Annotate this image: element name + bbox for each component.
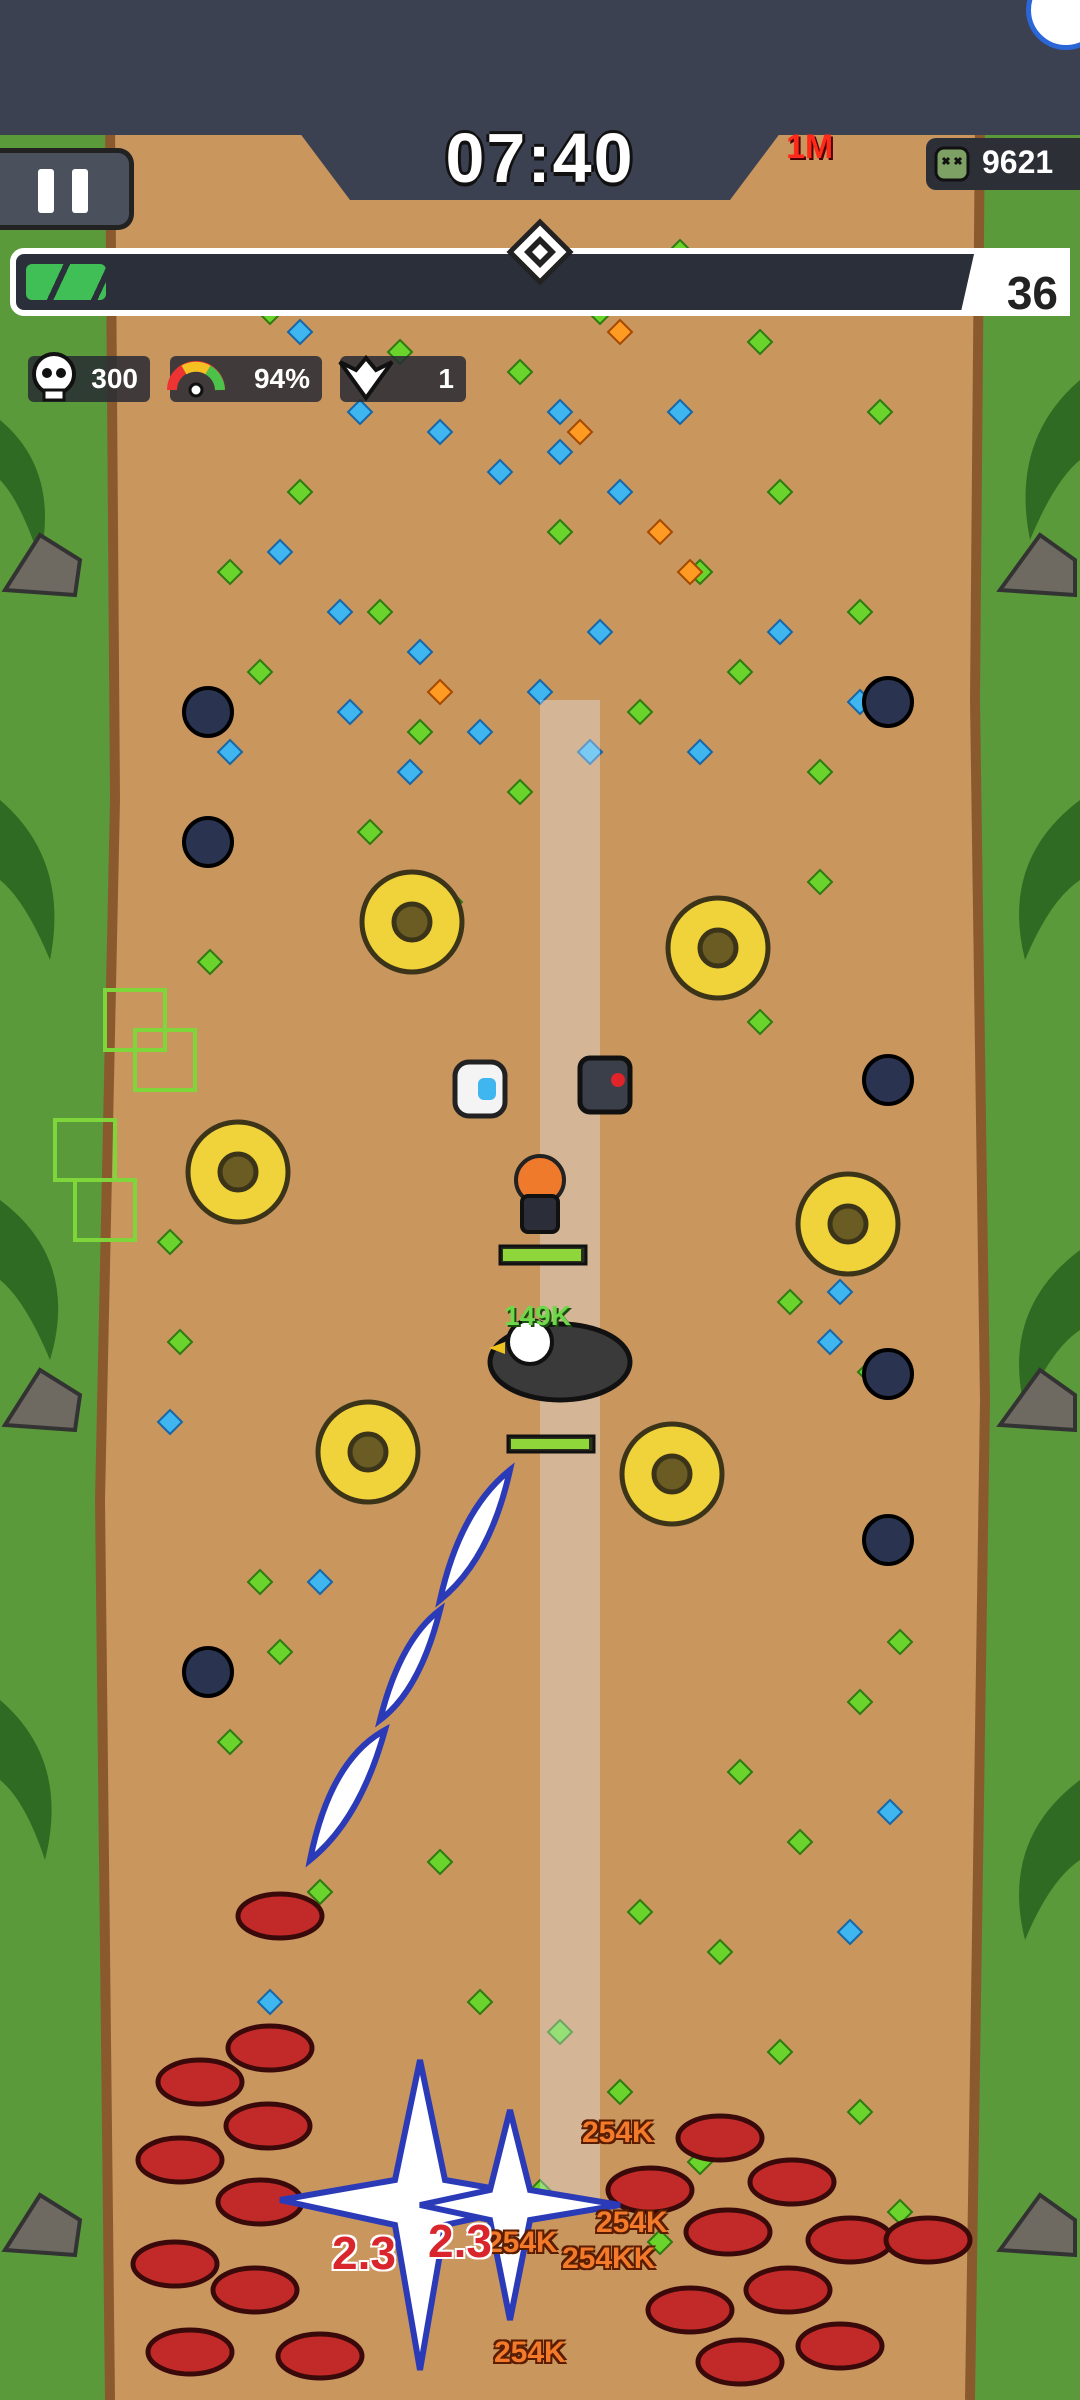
skull-icon — [32, 352, 76, 402]
pause-button[interactable] — [0, 148, 134, 230]
wings-value: 1 — [438, 363, 454, 394]
player-hp-text: 149K — [504, 1300, 571, 1331]
wings-icon — [338, 354, 394, 402]
gauge-value: 94% — [253, 363, 310, 394]
damage-number: 254K — [486, 2226, 558, 2259]
game-timer: 07:40 — [445, 119, 635, 197]
crit-number: 2.3 — [332, 2227, 396, 2279]
stat-gauge: 94% — [167, 356, 322, 402]
top-status-area — [0, 0, 1080, 135]
kill-zombie-icon — [934, 146, 970, 182]
skull-value: 300 — [91, 363, 138, 394]
damage-number: 254K — [582, 2116, 654, 2149]
stat-wings: 1 — [338, 354, 466, 402]
kill-count-value: 9621 — [982, 144, 1054, 180]
damage-number: 254K — [596, 2206, 668, 2239]
damage-number: 254K — [494, 2336, 566, 2369]
xp-progress-fill — [26, 264, 106, 300]
level-badge-icon — [506, 218, 574, 286]
damage-number: 254KK — [562, 2242, 656, 2275]
player-level: 36 — [1006, 267, 1058, 319]
game-scene — [0, 119, 1080, 2400]
crit-number: 2.3 — [428, 2215, 492, 2267]
stat-skull: 300 — [28, 352, 150, 402]
boss-warning-label: 1M — [786, 128, 834, 166]
gauge-icon — [167, 361, 225, 398]
